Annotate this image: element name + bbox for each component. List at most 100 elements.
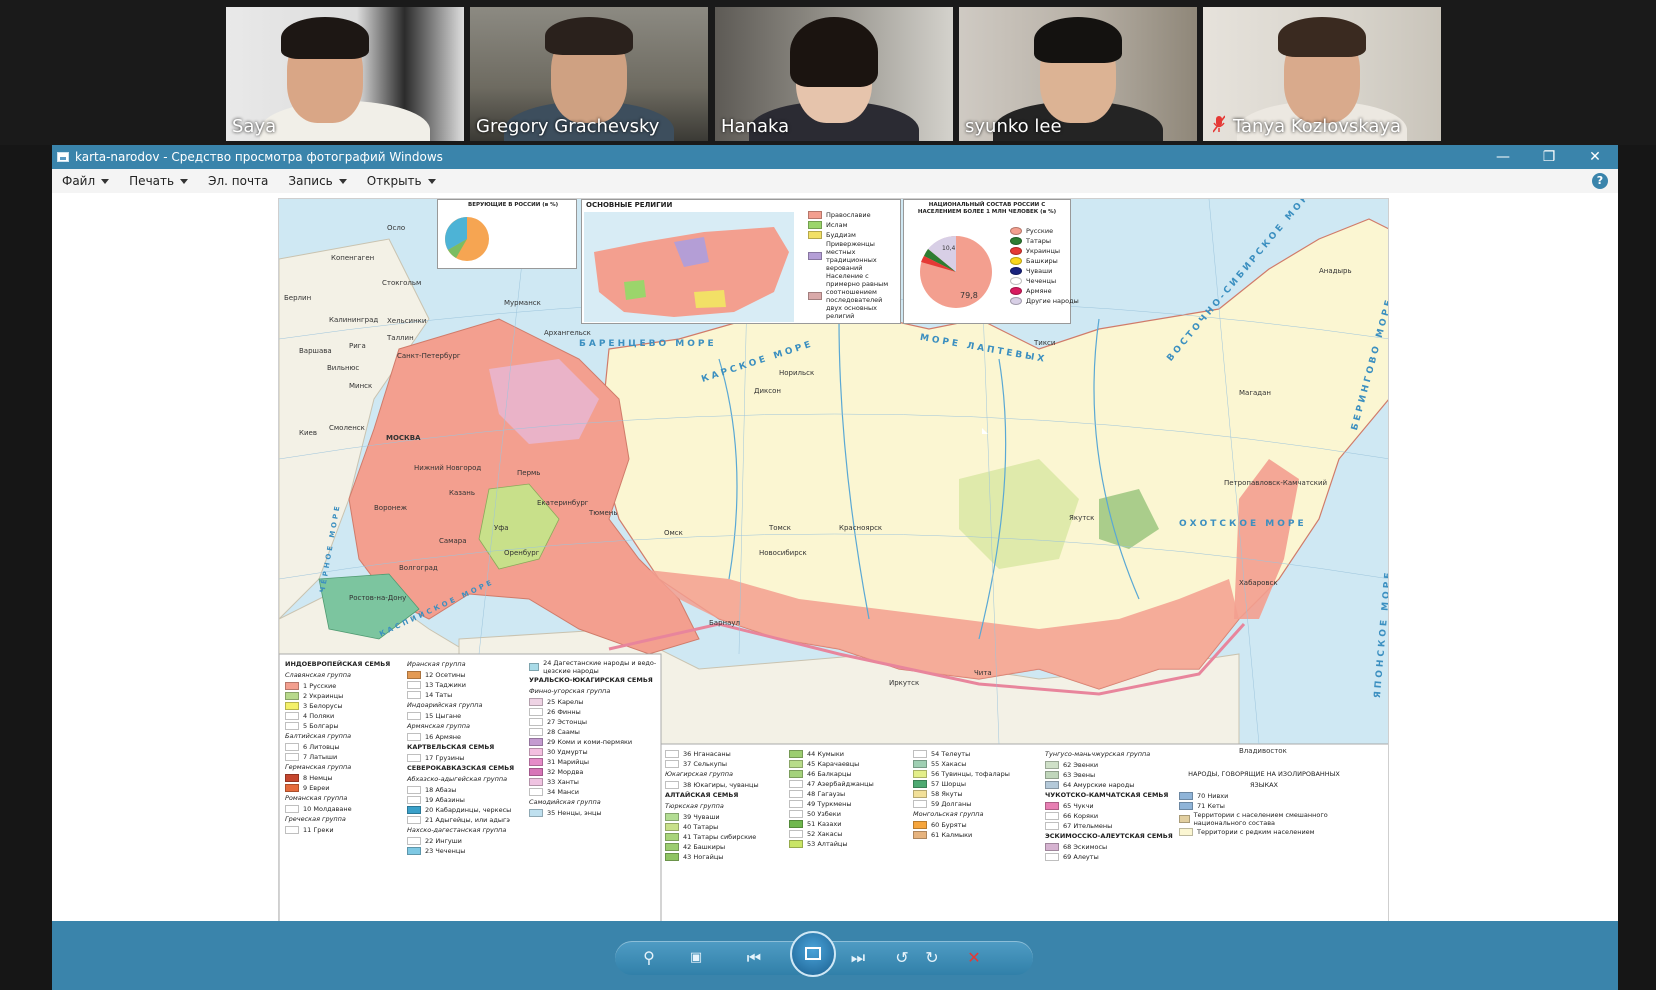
menu-open[interactable]: Открыть — [367, 174, 436, 188]
legend-item: 64 Амурские народы — [1045, 780, 1175, 790]
image-canvas[interactable]: ВЕРУЮЩИЕ В РОССИИ (в %) ОСНОВНЫЕ РЕЛИГИИ — [52, 193, 1618, 923]
zoom-icon[interactable]: ⚲ — [635, 945, 663, 971]
swatch — [407, 681, 421, 689]
swatch — [285, 722, 299, 730]
legend-item: 51 Казахи — [789, 819, 909, 829]
legend-item: 9 Евреи — [285, 783, 405, 793]
minimize-button[interactable]: — — [1480, 145, 1526, 169]
legend-item: 34 Манси — [529, 787, 657, 797]
legend-item: 58 Якуты — [913, 789, 1041, 799]
menu-bar: Файл Печать Эл. почта Запись Открыть ? — [52, 169, 1618, 193]
legend-item: 31 Марийцы — [529, 757, 657, 767]
swatch — [665, 781, 679, 789]
swatch — [1179, 815, 1190, 823]
previous-icon[interactable]: ⏮ — [742, 945, 766, 971]
sea-label: БАРЕНЦЕВО МОРЕ — [579, 339, 717, 349]
city-label: Нижний Новгород — [414, 464, 482, 472]
legend-item: 69 Алеуты — [1045, 852, 1175, 862]
swatch — [1010, 247, 1022, 255]
menu-file[interactable]: Файл — [62, 174, 110, 188]
legend-subheading: Славянская группа — [285, 671, 351, 679]
city-label: Минск — [349, 382, 373, 390]
legend-label: 6 Литовцы — [303, 743, 340, 751]
actual-size-icon[interactable]: ▣ — [684, 945, 708, 971]
legend-label: 14 Таты — [425, 691, 453, 699]
legend-label: 2 Украинцы — [303, 692, 344, 700]
participant-name: syunko lee — [965, 116, 1062, 137]
swatch — [1010, 277, 1022, 285]
slideshow-button[interactable] — [790, 931, 836, 977]
legend-item: Территории с населением смешанного нацио… — [1179, 811, 1349, 827]
swatch — [665, 823, 679, 831]
swatch — [913, 770, 927, 778]
legend-label: 39 Чуваши — [683, 813, 720, 821]
swatch — [285, 805, 299, 813]
menu-email[interactable]: Эл. почта — [208, 174, 268, 188]
close-window-button[interactable]: ✕ — [1572, 145, 1618, 169]
legend-label: Территории с редким населением — [1197, 828, 1315, 836]
legend-item: 56 Тувинцы, тофалары — [913, 769, 1041, 779]
legend-item: 70 Нивхи — [1179, 791, 1349, 801]
legend-label: 46 Балкарцы — [807, 770, 852, 778]
legend-item: 48 Гагаузы — [789, 789, 909, 799]
window-title: karta-narodov - Средство просмотра фотог… — [75, 150, 443, 164]
swatch — [665, 760, 679, 768]
legend-item: 61 Калмыки — [913, 830, 1041, 840]
city-label: Чита — [974, 669, 992, 677]
legend-heading: АЛТАЙСКАЯ СЕМЬЯ — [665, 791, 739, 799]
swatch — [789, 780, 803, 788]
swatch — [1010, 287, 1022, 295]
participant-tile-hanaka[interactable]: Hanaka — [715, 7, 953, 141]
legend-label: Башкиры — [1026, 257, 1058, 265]
city-label: Омск — [664, 529, 683, 537]
swatch — [285, 753, 299, 761]
city-label: Калининград — [329, 316, 379, 324]
legend-item: 29 Коми и коми-пермяки — [529, 737, 657, 747]
legend-label: Территории с населением смешанного нацио… — [1193, 811, 1328, 827]
restore-button[interactable]: ❐ — [1526, 145, 1572, 169]
legend-subheading: Монгольская группа — [913, 810, 984, 818]
city-label: Тюмень — [589, 509, 618, 517]
legend-item: 32 Мордва — [529, 767, 657, 777]
swatch — [1045, 802, 1059, 810]
swatch — [913, 790, 927, 798]
participant-name: Tanya Kozlovskaya — [1233, 116, 1402, 137]
city-label: Хельсинки — [387, 317, 427, 325]
legend-item: 39 Чуваши — [665, 812, 785, 822]
legend-label: 68 Эскимосы — [1063, 843, 1108, 851]
rotate-left-icon[interactable]: ↺ — [892, 945, 912, 971]
inset-believers-title: ВЕРУЮЩИЕ В РОССИИ (в %) — [468, 202, 559, 208]
swatch — [407, 847, 421, 855]
participant-tile-gregory[interactable]: Gregory Grachevsky — [470, 7, 708, 141]
legend-item: 44 Кумыки — [789, 749, 909, 759]
legend-item: Чуваши — [1010, 266, 1079, 276]
legend-subheading: Нахско-дагестанская группа — [407, 826, 507, 834]
legend-item: 67 Ительмены — [1045, 821, 1175, 831]
legend-subheading: Финно-угорская группа — [529, 687, 611, 695]
legend-item: 30 Удмурты — [529, 747, 657, 757]
religions-legend: Православие Ислам Буддизм Приверженцы ме… — [808, 210, 896, 320]
legend-label: 26 Финны — [547, 708, 581, 716]
city-label: Тикси — [1034, 339, 1056, 347]
participant-tile-saya[interactable]: Saya — [226, 7, 464, 141]
legend-heading: УРАЛЬСКО-ЮКАГИРСКАЯ СЕМЬЯ — [529, 676, 653, 684]
delete-icon[interactable]: ✕ — [964, 945, 984, 971]
legend-col-tungus: Тунгусо-маньчжурская группа 62 Эвенки 63… — [1045, 749, 1175, 862]
swatch — [407, 754, 421, 762]
participant-tile-tanya[interactable]: Tanya Kozlovskaya — [1203, 7, 1441, 141]
legend-label: 36 Нганасаны — [683, 750, 731, 758]
swatch — [529, 768, 543, 776]
legend-label: 47 Азербайджанцы — [807, 780, 874, 788]
help-icon[interactable]: ? — [1592, 173, 1608, 189]
swatch — [665, 843, 679, 851]
swatch — [913, 831, 927, 839]
swatch — [407, 733, 421, 741]
swatch — [1045, 843, 1059, 851]
participant-tile-syunko[interactable]: syunko lee — [959, 7, 1197, 141]
mouse-cursor — [982, 428, 988, 434]
menu-burn[interactable]: Запись — [288, 174, 347, 188]
menu-print[interactable]: Печать — [129, 174, 189, 188]
legend-label: 27 Эстонцы — [547, 718, 588, 726]
next-icon[interactable]: ⏭ — [846, 945, 870, 971]
rotate-right-icon[interactable]: ↻ — [922, 945, 942, 971]
